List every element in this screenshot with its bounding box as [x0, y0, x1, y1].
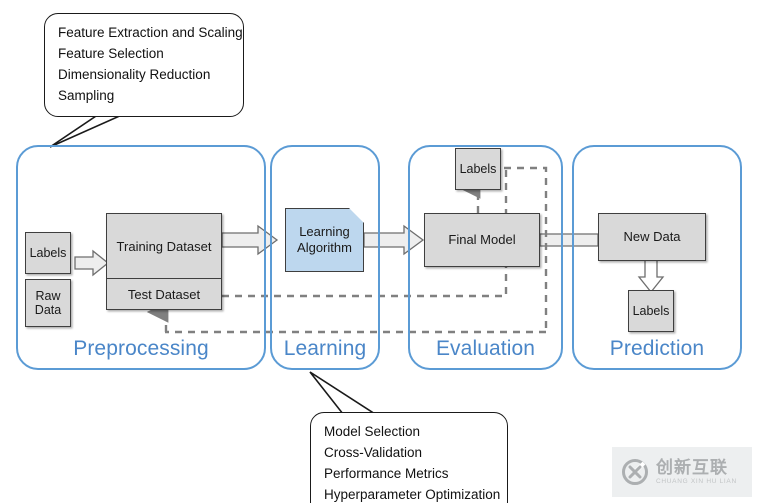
node-predicted-labels[interactable]: Labels [628, 290, 674, 332]
node-training-dataset[interactable]: Training Dataset [107, 214, 221, 279]
stage-label-learning: Learning [283, 337, 367, 360]
callout-evaluation[interactable]: Model Selection Cross-Validation Perform… [310, 412, 508, 503]
cx-logo-icon [622, 459, 648, 485]
node-labels-input[interactable]: Labels [25, 232, 71, 274]
learning-algorithm-line2: Algorithm [297, 240, 352, 255]
callout-tail-evaluation [309, 371, 378, 415]
callout-evaluation-line-2: Performance Metrics [324, 465, 449, 481]
node-raw-data-line2: Data [34, 303, 62, 317]
node-test-dataset[interactable]: Test Dataset [107, 279, 221, 309]
callout-preprocessing-line-3: Sampling [58, 87, 115, 103]
node-raw-data[interactable]: Raw Data [25, 279, 71, 327]
watermark-pinyin: CHUANG XIN HU LIAN [656, 477, 737, 485]
node-evaluation-labels[interactable]: Labels [455, 148, 501, 190]
callout-preprocessing-line-1: Feature Selection [58, 45, 164, 61]
watermark: 创新互联 CHUANG XIN HU LIAN [612, 447, 752, 497]
node-new-data[interactable]: New Data [598, 213, 706, 261]
node-raw-data-line1: Raw [35, 288, 61, 303]
callout-preprocessing-line-2: Dimensionality Reduction [58, 66, 211, 82]
stage-label-prediction: Prediction [609, 337, 705, 360]
watermark-chinese: 创新互联 [656, 457, 728, 477]
learning-algorithm-text: Learning Algorithm [297, 224, 352, 257]
node-learning-algorithm[interactable]: Learning Algorithm [285, 208, 364, 272]
callout-evaluation-line-0: Model Selection [324, 424, 421, 439]
callout-preprocessing[interactable]: Feature Extraction and Scaling Feature S… [44, 13, 244, 117]
stage-label-preprocessing: Preprocessing [73, 337, 209, 360]
node-dataset-stack[interactable]: Training Dataset Test Dataset [106, 213, 222, 310]
node-final-model[interactable]: Final Model [424, 213, 540, 267]
learning-algorithm-line1: Learning [299, 223, 350, 239]
callout-evaluation-line-3: Hyperparameter Optimization [324, 486, 501, 502]
stage-label-evaluation: Evaluation [435, 337, 536, 360]
callout-evaluation-line-1: Cross-Validation [324, 444, 423, 460]
callout-preprocessing-line-0: Feature Extraction and Scaling [58, 25, 243, 40]
diagram-canvas: Preprocessing Learning Evaluation Predic… [0, 0, 758, 503]
